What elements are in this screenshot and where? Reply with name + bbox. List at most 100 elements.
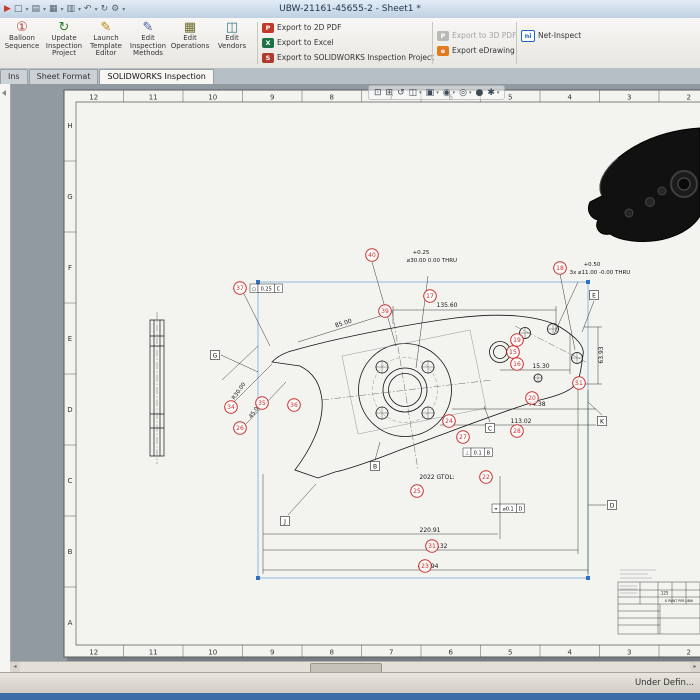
solidworks-logo-icon[interactable]: ▶ bbox=[4, 4, 11, 14]
dimension-text[interactable]: 2022 GTOL: bbox=[419, 474, 454, 481]
new-document-icon[interactable]: □ bbox=[14, 4, 23, 14]
dropdown-caret-icon[interactable]: ▾ bbox=[25, 6, 28, 13]
balloon-16[interactable]: 16 bbox=[510, 357, 524, 371]
tab-solidworks-inspection[interactable]: SOLIDWORKS Inspection bbox=[99, 69, 214, 84]
export-3d-pdf-button[interactable]: P Export to 3D PDF bbox=[437, 28, 516, 43]
datum-D[interactable]: D bbox=[607, 500, 617, 510]
datum-K[interactable]: K bbox=[597, 416, 607, 426]
balloon-28[interactable]: 28 bbox=[510, 424, 524, 438]
balloon-24[interactable]: 24 bbox=[442, 414, 456, 428]
view-orientation-icon[interactable]: ▣ bbox=[426, 88, 435, 98]
dropdown-caret-icon[interactable]: ▾ bbox=[497, 90, 500, 96]
edit-appearance-icon[interactable]: ● bbox=[475, 88, 483, 98]
feature-manager-collapsed-panel[interactable] bbox=[0, 84, 11, 672]
balloon-39[interactable]: 39 bbox=[378, 304, 392, 318]
balloon-23[interactable]: 23 bbox=[418, 559, 432, 573]
dimension-text[interactable]: 15.30 bbox=[532, 363, 549, 370]
scroll-left-icon[interactable]: ◂ bbox=[10, 662, 20, 672]
datum-B[interactable]: B bbox=[370, 461, 380, 471]
dropdown-caret-icon[interactable]: ▾ bbox=[78, 6, 81, 13]
tab-sheet-format[interactable]: Sheet Format bbox=[28, 69, 99, 84]
edit-operations-button[interactable]: ▦ Edit Operations bbox=[169, 19, 211, 67]
export-edrawing-button[interactable]: e Export eDrawing bbox=[437, 43, 516, 58]
datum-E[interactable]: E bbox=[589, 290, 599, 300]
datum-J[interactable]: J bbox=[280, 516, 290, 526]
zoom-to-fit-icon[interactable]: ⊡ bbox=[374, 88, 382, 98]
print-icon[interactable]: ▥ bbox=[67, 4, 76, 14]
dimension-text[interactable]: 220.91 bbox=[420, 527, 441, 534]
zoom-to-area-icon[interactable]: ⊞ bbox=[386, 88, 394, 98]
balloon-19[interactable]: 19 bbox=[510, 333, 524, 347]
dimension-text[interactable]: 135.60 bbox=[437, 302, 458, 309]
svg-text:G: G bbox=[67, 193, 72, 201]
dropdown-caret-icon[interactable]: ▾ bbox=[419, 90, 422, 96]
balloon-20[interactable]: 20 bbox=[525, 391, 539, 405]
rebuild-icon[interactable]: ↻ bbox=[101, 4, 109, 14]
dimension-text[interactable]: 3x ⌀11.00 -0.00 THRU bbox=[570, 270, 631, 276]
balloon-34[interactable]: 34 bbox=[224, 400, 238, 414]
undo-icon[interactable]: ↶ bbox=[84, 4, 92, 14]
dimension-text[interactable]: +0.25 bbox=[413, 250, 430, 256]
balloon-27[interactable]: 27 bbox=[456, 430, 470, 444]
balloon-31[interactable]: 31 bbox=[425, 539, 439, 553]
save-icon[interactable]: ▦ bbox=[49, 4, 58, 14]
dropdown-caret-icon[interactable]: ▾ bbox=[95, 6, 98, 13]
export-group-1: P Export to 2D PDF X Export to Excel S Export… bbox=[262, 20, 434, 65]
dropdown-caret-icon[interactable]: ▾ bbox=[469, 90, 472, 96]
scrollbar-thumb[interactable] bbox=[310, 663, 382, 672]
feature-control-frame[interactable]: ⌖ ⌀0.1 D bbox=[491, 503, 525, 513]
export-2d-pdf-button[interactable]: P Export to 2D PDF bbox=[262, 20, 434, 35]
horizontal-scrollbar[interactable]: ◂ ▸ bbox=[10, 661, 700, 672]
balloon-22[interactable]: 22 bbox=[479, 470, 493, 484]
dimension-text[interactable]: ⌀30.00 0.00 THRU bbox=[407, 258, 457, 264]
export-excel-button[interactable]: X Export to Excel bbox=[262, 35, 434, 50]
title-block-note: K PAINT PER UBW bbox=[665, 599, 694, 603]
view-settings-icon[interactable]: ✱ bbox=[487, 88, 495, 98]
dropdown-caret-icon[interactable]: ▾ bbox=[453, 90, 456, 96]
balloon-40[interactable]: 40 bbox=[365, 248, 379, 262]
feature-control-frame[interactable]: ○ 0.25 C bbox=[249, 283, 283, 293]
balloon-15[interactable]: 15 bbox=[506, 345, 520, 359]
update-inspection-project-button[interactable]: ↻ Update Inspection Project bbox=[43, 19, 85, 67]
datum-G[interactable]: G bbox=[210, 350, 220, 360]
balloon-37[interactable]: 37 bbox=[233, 281, 247, 295]
graphics-area[interactable]: 1212111110109988776655443322HGFEDCBA bbox=[0, 84, 700, 672]
launch-template-editor-button[interactable]: ✎ Launch Template Editor bbox=[85, 19, 127, 67]
scroll-right-icon[interactable]: ▸ bbox=[690, 662, 700, 672]
section-view-icon[interactable]: ◫ bbox=[409, 88, 418, 98]
balloons-icon: ① bbox=[16, 20, 28, 35]
previous-view-icon[interactable]: ↺ bbox=[397, 88, 405, 98]
svg-text:H: H bbox=[67, 122, 72, 130]
dropdown-caret-icon[interactable]: ▾ bbox=[122, 6, 125, 13]
balloon-35[interactable]: 35 bbox=[255, 396, 269, 410]
dimension-text[interactable]: +0.50 bbox=[584, 262, 601, 268]
display-style-icon[interactable]: ◉ bbox=[443, 88, 451, 98]
balloon-17[interactable]: 17 bbox=[423, 289, 437, 303]
options-icon[interactable]: ⚙ bbox=[111, 4, 119, 14]
balloon-18[interactable]: 18 bbox=[553, 261, 567, 275]
edit-inspection-methods-button[interactable]: ✎ Edit Inspection Methods bbox=[127, 19, 169, 67]
datum-C[interactable]: C bbox=[485, 423, 495, 433]
pdf-icon: P bbox=[262, 22, 274, 33]
dropdown-caret-icon[interactable]: ▾ bbox=[43, 6, 46, 13]
balloon-51[interactable]: 51 bbox=[572, 376, 586, 390]
balloon-sequence-button[interactable]: ① Balloon Sequence bbox=[1, 19, 43, 67]
vendors-icon: ◫ bbox=[225, 20, 239, 35]
dimension-text[interactable]: 113.02 bbox=[511, 418, 532, 425]
tab-add-ins[interactable]: Ins bbox=[0, 69, 28, 84]
open-document-icon[interactable]: ▤ bbox=[31, 4, 40, 14]
expand-panel-icon[interactable] bbox=[2, 90, 6, 96]
balloon-25[interactable]: 25 bbox=[410, 484, 424, 498]
hide-show-items-icon[interactable]: ◎ bbox=[459, 88, 467, 98]
dropdown-caret-icon[interactable]: ▾ bbox=[436, 90, 439, 96]
export-sw-inspection-project-button[interactable]: S Export to SOLIDWORKS Inspection Project bbox=[262, 50, 434, 65]
dimension-text[interactable]: 63.93 bbox=[598, 346, 605, 363]
svg-text:26: 26 bbox=[236, 425, 244, 432]
dropdown-caret-icon[interactable]: ▾ bbox=[61, 6, 64, 13]
feature-control-frame[interactable]: ⊥ 0.1 B bbox=[462, 447, 493, 457]
net-inspect-button[interactable]: ni Net-Inspect bbox=[521, 28, 581, 43]
balloon-36[interactable]: 36 bbox=[287, 398, 301, 412]
drawing-canvas[interactable]: 1212111110109988776655443322HGFEDCBA bbox=[0, 84, 700, 672]
balloon-26[interactable]: 26 bbox=[233, 421, 247, 435]
edit-vendors-button[interactable]: ◫ Edit Vendors bbox=[211, 19, 253, 67]
